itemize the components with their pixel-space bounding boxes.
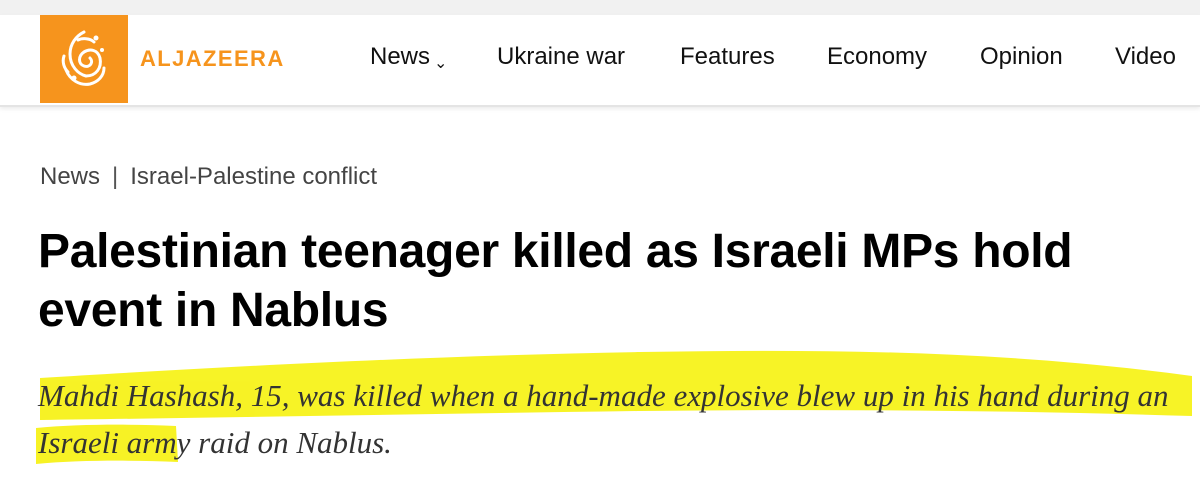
logo-calligraphy-icon — [61, 30, 106, 86]
nav-item-label: News — [370, 43, 431, 70]
breadcrumb-section-link[interactable]: News — [40, 163, 100, 190]
nav-item-economy[interactable]: Economy — [827, 43, 927, 71]
brand-wordmark[interactable]: ALJAZEERA — [140, 46, 285, 72]
aljazeera-calligraphy-logo-icon[interactable] — [40, 15, 128, 103]
site-header: ALJAZEERA News ⌄ Ukraine war Features Eco… — [0, 15, 1200, 107]
article-page: ALJAZEERA News ⌄ Ukraine war Features Eco… — [0, 0, 1200, 493]
breadcrumb: News | Israel-Palestine conflict — [40, 163, 377, 191]
chevron-down-icon: ⌄ — [434, 55, 448, 72]
breadcrumb-topic-link[interactable]: Israel-Palestine conflict — [130, 163, 377, 190]
nav-item-opinion[interactable]: Opinion — [980, 43, 1063, 71]
breadcrumb-separator: | — [112, 163, 119, 190]
nav-item-video[interactable]: Video — [1115, 43, 1176, 71]
nav-item-ukraine-war[interactable]: Ukraine war — [497, 43, 625, 71]
article-headline: Palestinian teenager killed as Israeli M… — [38, 225, 1073, 337]
nav-item-features[interactable]: Features — [680, 43, 775, 71]
nav-item-news[interactable]: News ⌄ — [370, 43, 448, 72]
top-strip — [0, 0, 1200, 15]
article-subheading: Mahdi Hashash, 15, was killed when a han… — [38, 378, 1169, 460]
